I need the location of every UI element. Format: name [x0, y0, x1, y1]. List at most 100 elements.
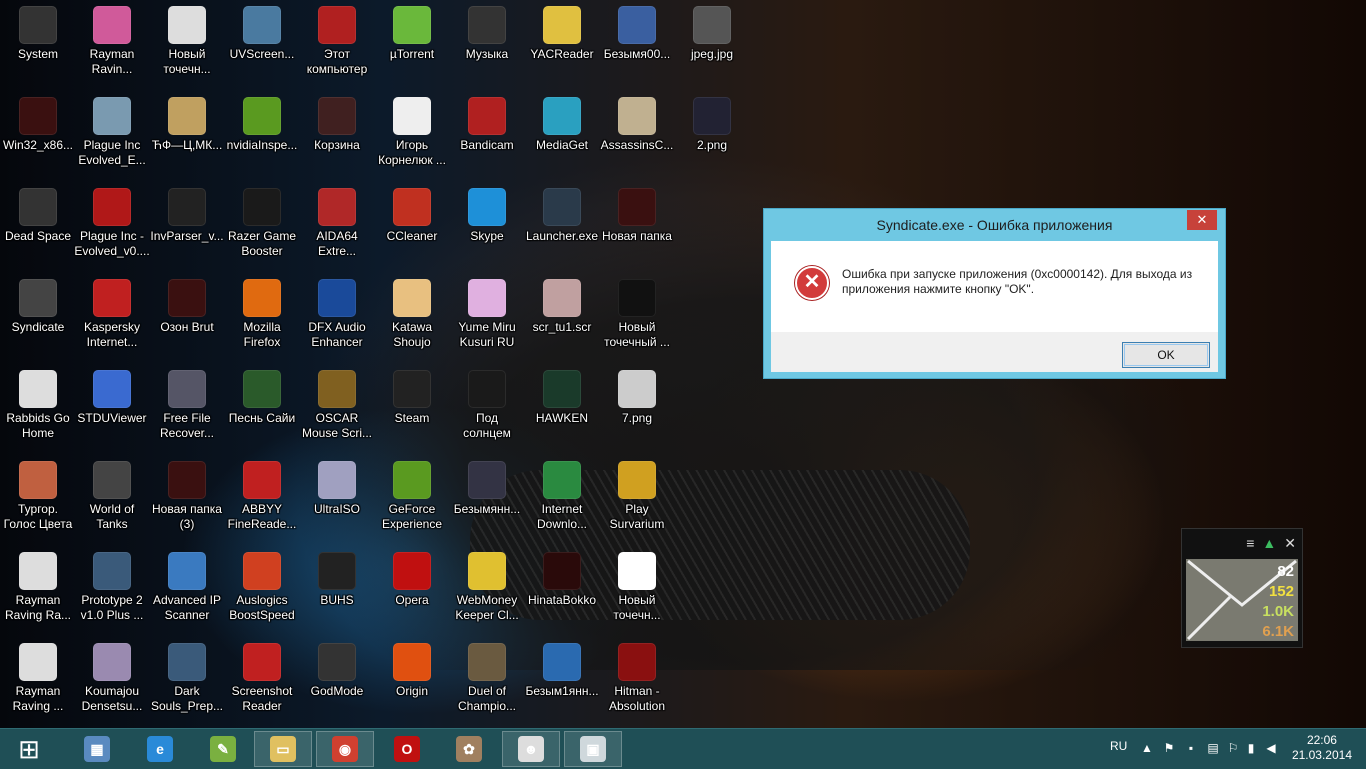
taskbar-calculator[interactable]: ▦	[68, 731, 126, 767]
desktop-icon[interactable]: Prototype 2 v1.0 Plus ...	[74, 546, 150, 634]
taskbar-opera[interactable]: O	[378, 731, 436, 767]
desktop-icon[interactable]: Advanced IP Scanner	[149, 546, 225, 634]
desktop-icon[interactable]: ABBYY FineReade...	[224, 455, 300, 543]
desktop-icon[interactable]: Этот компьютер	[299, 0, 375, 88]
desktop-icon[interactable]: CCleaner	[374, 182, 450, 270]
desktop-icon[interactable]: Новый точечн...	[599, 546, 675, 634]
desktop-icon[interactable]: Koumajou Densetsu...	[74, 637, 150, 725]
taskbar-chrome[interactable]: ◉	[316, 731, 374, 767]
desktop-icon[interactable]: Kaspersky Internet...	[74, 273, 150, 361]
desktop-icon[interactable]: Под солнцем	[449, 364, 525, 452]
taskbar-error-window[interactable]: ▣	[564, 731, 622, 767]
desktop-icon[interactable]: Корзина	[299, 91, 375, 179]
tray-network-icon[interactable]: ⚑	[1162, 741, 1176, 755]
desktop-icon[interactable]: AssassinsC...	[599, 91, 675, 179]
desktop-icon[interactable]: UVScreen...	[224, 0, 300, 88]
hawken-icon	[543, 370, 581, 408]
taskbar-paint[interactable]: ✿	[440, 731, 498, 767]
desktop-icon[interactable]: Игорь Корнелюк ...	[374, 91, 450, 179]
desktop-icon[interactable]: Новая папка (3)	[149, 455, 225, 543]
desktop-icon[interactable]: World of Tanks	[74, 455, 150, 543]
desktop-icon[interactable]: Mozilla Firefox	[224, 273, 300, 361]
language-indicator[interactable]: RU	[1110, 739, 1127, 753]
desktop-icon[interactable]: 2.png	[674, 91, 750, 179]
menu-icon[interactable]: ≡	[1246, 535, 1254, 552]
desktop-icon[interactable]: AIDA64 Extre...	[299, 182, 375, 270]
desktop-icon[interactable]: Безым1янн...	[524, 637, 600, 725]
desktop-icon[interactable]: Озон Brut	[149, 273, 225, 361]
desktop-icon[interactable]: DFX Audio Enhancer	[299, 273, 375, 361]
desktop-icon[interactable]: Win32_x86...	[0, 91, 76, 179]
desktop-icon[interactable]: HinataBokko	[524, 546, 600, 634]
desktop-icon[interactable]: Syndicate	[0, 273, 76, 361]
desktop-icon[interactable]: scr_tu1.scr	[524, 273, 600, 361]
desktop-icon[interactable]: jpeg.jpg	[674, 0, 750, 88]
desktop-icon[interactable]: Новая папка	[599, 182, 675, 270]
desktop-icon[interactable]: Skype	[449, 182, 525, 270]
desktop-icon[interactable]: Hitman - Absolution	[599, 637, 675, 725]
close-icon[interactable]: ✕	[1284, 535, 1296, 552]
clock[interactable]: 22:06 21.03.2014	[1292, 733, 1352, 763]
desktop-icon[interactable]: Duel of Champio...	[449, 637, 525, 725]
desktop-icon[interactable]: Play Survarium	[599, 455, 675, 543]
desktop-icon[interactable]: Dark Souls_Prep...	[149, 637, 225, 725]
desktop-icon[interactable]: Музыка	[449, 0, 525, 88]
taskbar-file-explorer[interactable]: ▭	[254, 731, 312, 767]
desktop-icon[interactable]: Песнь Сайи	[224, 364, 300, 452]
tray-monitor-icon[interactable]: ▤	[1206, 741, 1220, 755]
taskbar-windows-logo[interactable]: ⊞	[0, 731, 58, 767]
tray-battery-icon[interactable]: ▮	[1244, 741, 1258, 755]
desktop-icon[interactable]: Steam	[374, 364, 450, 452]
desktop-icon[interactable]: Тургор. Голос Цвета	[0, 455, 76, 543]
desktop-icon[interactable]: OSCAR Mouse Scri...	[299, 364, 375, 452]
desktop-icon[interactable]: Безымя00...	[599, 0, 675, 88]
taskbar-internet-explorer[interactable]: e	[131, 731, 189, 767]
desktop-icon[interactable]: Новый точечн...	[149, 0, 225, 88]
desktop-icon[interactable]: STDUViewer	[74, 364, 150, 452]
tray-action-center-icon[interactable]: ⚐	[1226, 741, 1240, 755]
triangle-up-icon[interactable]: ▲	[1262, 535, 1276, 552]
desktop-icon[interactable]: Opera	[374, 546, 450, 634]
desktop-icon[interactable]: Auslogics BoostSpeed	[224, 546, 300, 634]
ok-button[interactable]: OK	[1122, 342, 1210, 368]
tray-volume-icon[interactable]: ◀	[1264, 741, 1278, 755]
desktop-icon[interactable]: ЋФ—Ц,МК...	[149, 91, 225, 179]
tray-device-icon[interactable]: ▪	[1184, 741, 1198, 755]
desktop-icon[interactable]: Yume Miru Kusuri RU	[449, 273, 525, 361]
desktop-icon[interactable]: Plague Inc - Evolved_v0....	[74, 182, 150, 270]
desktop-icon[interactable]: Launcher.exe	[524, 182, 600, 270]
desktop-icon[interactable]: Internet Downlo...	[524, 455, 600, 543]
dialog-close-button[interactable]: ✕	[1187, 210, 1217, 230]
desktop-icon[interactable]: HAWKEN	[524, 364, 600, 452]
desktop-icon[interactable]: Razer Game Booster	[224, 182, 300, 270]
desktop-icon[interactable]: µTorrent	[374, 0, 450, 88]
taskbar-rayman[interactable]: ☻	[502, 731, 560, 767]
desktop-icon[interactable]: InvParser_v...	[149, 182, 225, 270]
desktop-icon[interactable]: MediaGet	[524, 91, 600, 179]
desktop-icon-label: Launcher.exe	[525, 229, 599, 243]
desktop-icon[interactable]: Безымянн...	[449, 455, 525, 543]
tray-expand-icon[interactable]: ▲	[1140, 741, 1154, 755]
desktop-icon[interactable]: BUHS	[299, 546, 375, 634]
desktop-icon[interactable]: Rayman Raving Ra...	[0, 546, 76, 634]
desktop-icon[interactable]: Origin	[374, 637, 450, 725]
desktop-icon[interactable]: System	[0, 0, 76, 88]
desktop-icon[interactable]: 7.png	[599, 364, 675, 452]
desktop-icon[interactable]: Rayman Raving ...	[0, 637, 76, 725]
desktop-icon[interactable]: Rayman Ravin...	[74, 0, 150, 88]
desktop-icon[interactable]: UltraISO	[299, 455, 375, 543]
desktop-icon[interactable]: Free File Recover...	[149, 364, 225, 452]
desktop-icon[interactable]: Screenshot Reader	[224, 637, 300, 725]
desktop-icon[interactable]: Bandicam	[449, 91, 525, 179]
desktop-icon[interactable]: Katawa Shoujo	[374, 273, 450, 361]
desktop-icon[interactable]: Rabbids Go Home	[0, 364, 76, 452]
desktop-icon[interactable]: Plague Inc Evolved_E...	[74, 91, 150, 179]
taskbar-notepad[interactable]: ✎	[194, 731, 252, 767]
desktop-icon[interactable]: WebMoney Keeper Cl...	[449, 546, 525, 634]
desktop-icon[interactable]: Dead Space	[0, 182, 76, 270]
desktop-icon[interactable]: GodMode	[299, 637, 375, 725]
desktop-icon[interactable]: Новый точечный ...	[599, 273, 675, 361]
desktop-icon[interactable]: GeForce Experience	[374, 455, 450, 543]
desktop-icon[interactable]: YACReader	[524, 0, 600, 88]
desktop-icon[interactable]: nvidiaInspe...	[224, 91, 300, 179]
